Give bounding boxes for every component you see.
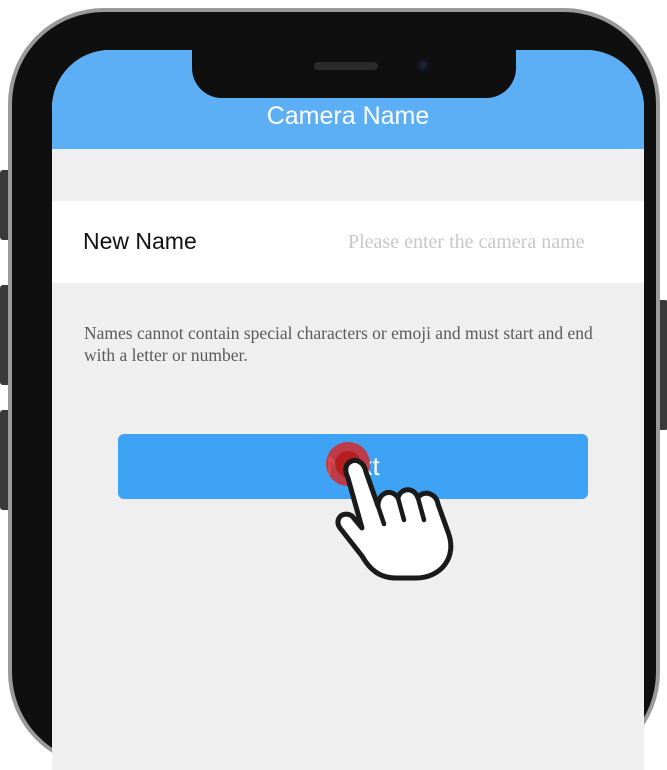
camera-name-input[interactable] bbox=[348, 223, 644, 261]
earpiece-speaker bbox=[314, 62, 378, 70]
phone-screen: Camera Name New Name Names cannot contai… bbox=[52, 50, 644, 770]
power-button bbox=[659, 300, 667, 430]
name-rules-hint: Names cannot contain special characters … bbox=[84, 323, 593, 365]
new-name-label: New Name bbox=[83, 228, 197, 254]
hand-pointer-icon bbox=[326, 442, 454, 581]
phone-frame: Camera Name New Name Names cannot contai… bbox=[8, 8, 660, 770]
front-camera-icon bbox=[416, 58, 430, 72]
page-title: Camera Name bbox=[266, 102, 430, 130]
new-name-row[interactable]: New Name bbox=[52, 201, 644, 283]
phone-notch bbox=[192, 42, 516, 98]
